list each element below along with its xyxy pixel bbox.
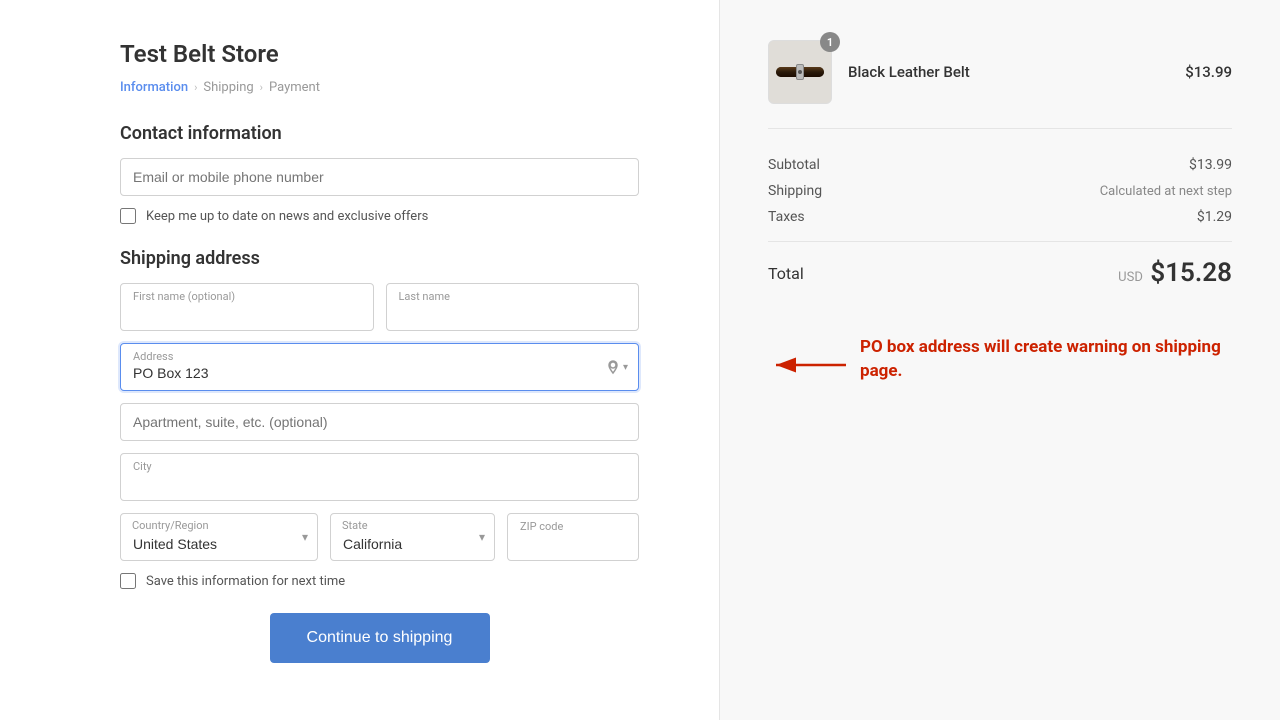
state-zip-row: Country/Region United States Canada Unit… bbox=[120, 513, 639, 561]
continue-button[interactable]: Continue to shipping bbox=[270, 613, 490, 663]
annotation-text: PO box address will create warning on sh… bbox=[860, 336, 1232, 384]
city-field-wrapper: City bbox=[120, 453, 639, 501]
right-panel: 1 Black Leather Belt $13.99 Subtotal $13… bbox=[720, 0, 1280, 720]
state-select[interactable]: California Texas New York bbox=[330, 513, 495, 561]
name-row: First name (optional) Last name bbox=[120, 283, 639, 331]
newsletter-checkbox[interactable] bbox=[120, 208, 136, 224]
breadcrumb-payment[interactable]: Payment bbox=[269, 80, 320, 95]
shipping-label: Shipping bbox=[768, 183, 822, 199]
shipping-row: Shipping Calculated at next step bbox=[768, 183, 1232, 199]
taxes-label: Taxes bbox=[768, 209, 805, 225]
save-info-label: Save this information for next time bbox=[146, 574, 345, 589]
city-input[interactable] bbox=[133, 475, 626, 491]
save-info-row: Save this information for next time bbox=[120, 573, 639, 589]
first-name-field-wrapper: First name (optional) bbox=[120, 283, 374, 331]
last-name-label: Last name bbox=[399, 290, 627, 303]
zip-group: ZIP code bbox=[507, 513, 639, 561]
total-amount: $15.28 bbox=[1150, 258, 1232, 288]
first-name-label: First name (optional) bbox=[133, 290, 361, 303]
country-group: Country/Region United States Canada Unit… bbox=[120, 513, 318, 561]
country-select[interactable]: United States Canada United Kingdom bbox=[120, 513, 318, 561]
left-panel: Test Belt Store Information › Shipping ›… bbox=[0, 0, 720, 720]
address-group: Address ▾ bbox=[120, 343, 639, 391]
shipping-section-title: Shipping address bbox=[120, 248, 639, 269]
location-icon bbox=[605, 359, 621, 375]
country-select-wrapper: Country/Region United States Canada Unit… bbox=[120, 513, 318, 561]
total-currency: USD bbox=[1118, 270, 1143, 285]
first-name-group: First name (optional) bbox=[120, 283, 374, 331]
total-row: Total USD $15.28 bbox=[768, 241, 1232, 288]
product-image bbox=[768, 40, 832, 104]
state-group: State California Texas New York ▾ bbox=[330, 513, 495, 561]
zip-field-wrapper: ZIP code bbox=[507, 513, 639, 561]
newsletter-row: Keep me up to date on news and exclusive… bbox=[120, 208, 639, 224]
zip-label: ZIP code bbox=[520, 520, 626, 533]
email-field-group bbox=[120, 158, 639, 196]
product-image-wrapper: 1 bbox=[768, 40, 832, 104]
apt-input[interactable] bbox=[120, 403, 639, 441]
annotation-area: PO box address will create warning on sh… bbox=[768, 336, 1232, 390]
product-price: $13.99 bbox=[1185, 63, 1232, 81]
subtotal-row: Subtotal $13.99 bbox=[768, 157, 1232, 173]
city-group: City bbox=[120, 453, 639, 501]
total-amount-wrapper: USD $15.28 bbox=[1118, 258, 1232, 288]
state-select-wrapper: State California Texas New York ▾ bbox=[330, 513, 495, 561]
contact-section-title: Contact information bbox=[120, 123, 639, 144]
product-badge: 1 bbox=[820, 32, 840, 52]
zip-input[interactable] bbox=[520, 535, 626, 551]
breadcrumb-sep-2: › bbox=[260, 81, 263, 94]
save-info-checkbox[interactable] bbox=[120, 573, 136, 589]
address-icon[interactable]: ▾ bbox=[605, 359, 628, 375]
email-input[interactable] bbox=[120, 158, 639, 196]
last-name-input[interactable] bbox=[399, 305, 627, 321]
last-name-field-wrapper: Last name bbox=[386, 283, 640, 331]
address-input[interactable] bbox=[133, 365, 626, 381]
breadcrumb: Information › Shipping › Payment bbox=[120, 80, 639, 95]
store-title: Test Belt Store bbox=[120, 40, 639, 68]
apt-group bbox=[120, 403, 639, 441]
last-name-group: Last name bbox=[386, 283, 640, 331]
taxes-value: $1.29 bbox=[1197, 209, 1232, 225]
subtotal-value: $13.99 bbox=[1189, 157, 1232, 173]
breadcrumb-sep-1: › bbox=[194, 81, 197, 94]
address-field-wrapper: Address ▾ bbox=[120, 343, 639, 391]
address-label: Address bbox=[133, 350, 626, 363]
subtotal-label: Subtotal bbox=[768, 157, 820, 173]
taxes-row: Taxes $1.29 bbox=[768, 209, 1232, 225]
total-label: Total bbox=[768, 264, 804, 283]
newsletter-label: Keep me up to date on news and exclusive… bbox=[146, 209, 428, 224]
product-name: Black Leather Belt bbox=[848, 63, 1169, 81]
product-row: 1 Black Leather Belt $13.99 bbox=[768, 40, 1232, 129]
city-label: City bbox=[133, 460, 626, 473]
breadcrumb-shipping[interactable]: Shipping bbox=[203, 80, 253, 95]
breadcrumb-information[interactable]: Information bbox=[120, 80, 188, 95]
first-name-input[interactable] bbox=[133, 305, 361, 321]
shipping-value: Calculated at next step bbox=[1100, 184, 1232, 199]
annotation-arrow bbox=[768, 340, 848, 390]
belt-image-svg bbox=[774, 54, 826, 90]
